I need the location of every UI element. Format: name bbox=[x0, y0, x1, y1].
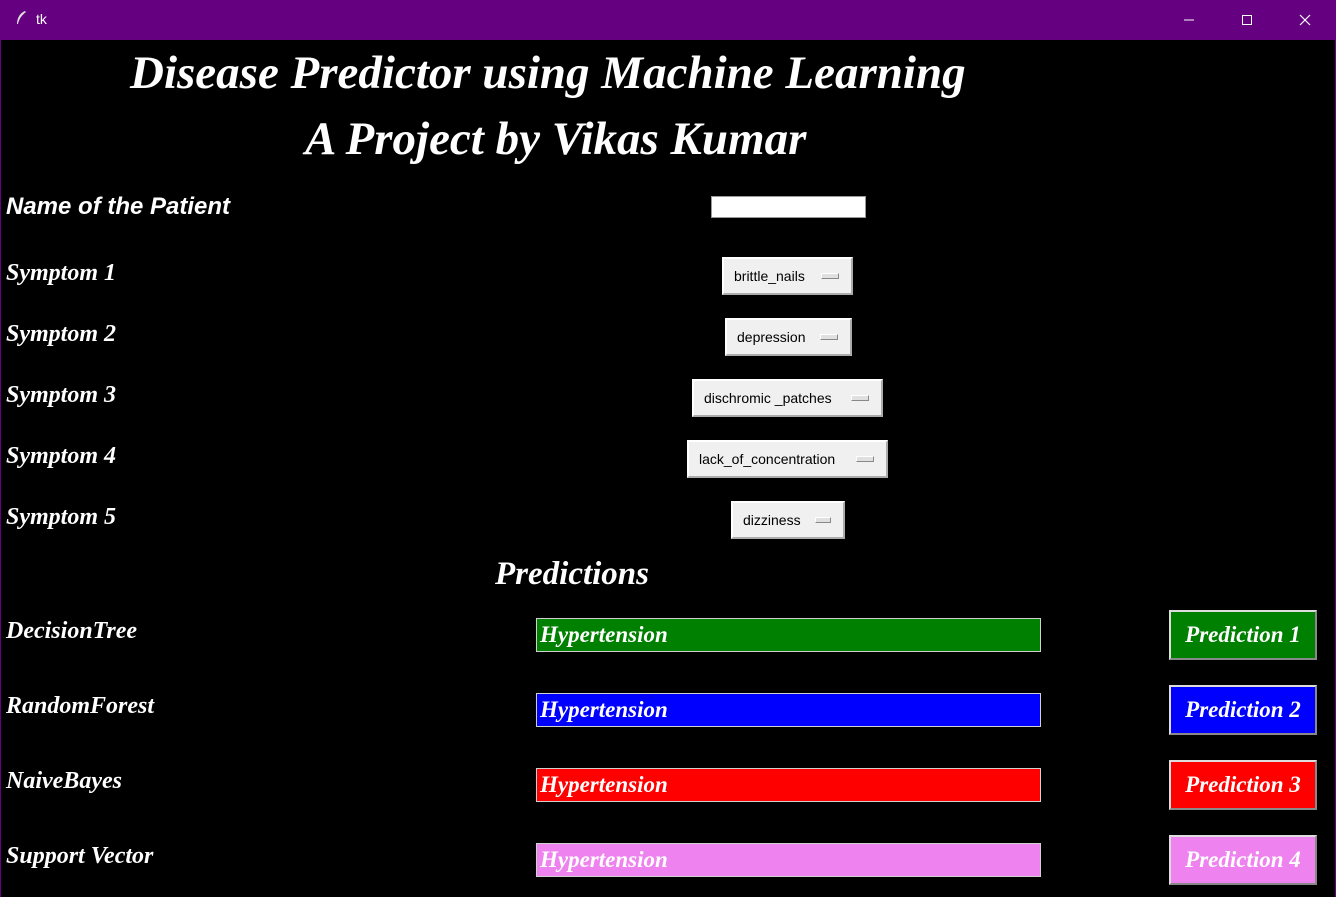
symptom-4-select[interactable]: lack_of_concentration bbox=[687, 440, 888, 478]
app-subheading: A Project by Vikas Kumar bbox=[305, 113, 807, 165]
result-field-decision-tree[interactable]: Hypertension bbox=[536, 618, 1041, 652]
dropdown-indicator-icon bbox=[856, 456, 874, 462]
model-label-random-forest: RandomForest bbox=[6, 693, 155, 719]
patient-name-input[interactable] bbox=[711, 196, 866, 218]
maximize-icon bbox=[1242, 15, 1252, 25]
minimize-button[interactable] bbox=[1160, 0, 1218, 40]
prediction-2-button[interactable]: Prediction 2 bbox=[1169, 685, 1317, 735]
result-field-naive-bayes[interactable]: Hypertension bbox=[536, 768, 1041, 802]
model-label-naive-bayes: NaiveBayes bbox=[6, 768, 122, 794]
patient-name-label: Name of the Patient bbox=[6, 193, 231, 220]
window-title: tk bbox=[36, 11, 47, 27]
model-label-support-vector: Support Vector bbox=[6, 843, 154, 869]
symptom-5-label: Symptom 5 bbox=[6, 504, 117, 530]
symptom-1-select[interactable]: brittle_nails bbox=[722, 257, 853, 295]
symptom-1-label: Symptom 1 bbox=[6, 260, 117, 286]
symptom-4-label: Symptom 4 bbox=[6, 443, 117, 469]
model-label-decision-tree: DecisionTree bbox=[6, 618, 138, 644]
symptom-5-select[interactable]: dizziness bbox=[731, 501, 845, 539]
symptom-4-value: lack_of_concentration bbox=[699, 451, 836, 467]
symptom-3-label: Symptom 3 bbox=[6, 382, 117, 408]
feather-icon bbox=[17, 11, 26, 24]
app-heading: Disease Predictor using Machine Learning bbox=[130, 47, 966, 99]
dropdown-indicator-icon bbox=[820, 334, 838, 340]
dropdown-indicator-icon bbox=[821, 273, 839, 279]
main-panel: Disease Predictor using Machine Learning… bbox=[0, 40, 1336, 897]
dropdown-indicator-icon bbox=[851, 395, 869, 401]
symptom-2-value: depression bbox=[737, 329, 806, 345]
result-field-random-forest[interactable]: Hypertension bbox=[536, 693, 1041, 727]
close-icon bbox=[1299, 14, 1311, 26]
symptom-3-value: dischromic _patches bbox=[704, 390, 832, 406]
symptom-2-label: Symptom 2 bbox=[6, 321, 117, 347]
prediction-3-button[interactable]: Prediction 3 bbox=[1169, 760, 1317, 810]
symptom-5-value: dizziness bbox=[743, 512, 801, 528]
symptom-1-value: brittle_nails bbox=[734, 268, 805, 284]
predictions-heading: Predictions bbox=[495, 556, 649, 592]
symptom-2-select[interactable]: depression bbox=[725, 318, 852, 356]
dropdown-indicator-icon bbox=[814, 517, 831, 523]
prediction-1-button[interactable]: Prediction 1 bbox=[1169, 610, 1317, 660]
maximize-button[interactable] bbox=[1218, 0, 1276, 40]
symptom-3-select[interactable]: dischromic _patches bbox=[692, 379, 883, 417]
result-field-support-vector[interactable]: Hypertension bbox=[536, 843, 1041, 877]
close-button[interactable] bbox=[1276, 0, 1334, 40]
minimize-icon bbox=[1184, 19, 1194, 21]
window-titlebar[interactable]: tk bbox=[0, 0, 1336, 40]
prediction-4-button[interactable]: Prediction 4 bbox=[1169, 835, 1317, 885]
